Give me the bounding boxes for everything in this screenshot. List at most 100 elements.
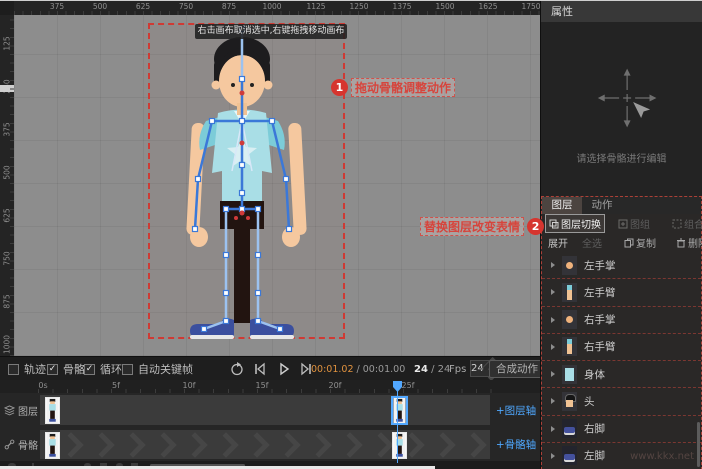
stage-canvas[interactable]: 右击画布取消选中,右键拖拽移动画布: [14, 15, 540, 356]
fps-label: Fps: [449, 357, 466, 381]
checkbox-label: 循环: [100, 361, 122, 377]
layer-thumbnail: [562, 337, 577, 356]
checkbox-box[interactable]: ✓: [47, 364, 58, 375]
checkbox-box[interactable]: [8, 364, 19, 375]
cursor-arrow-icon: [633, 102, 650, 118]
expand-arrow-icon[interactable]: [551, 317, 555, 323]
expand-arrow-icon[interactable]: [551, 289, 555, 295]
timeline-row-label: 图层: [0, 394, 38, 426]
layer-thumbnail: [562, 365, 577, 384]
button-label: 删除: [688, 235, 702, 250]
layer-row-right-foot[interactable]: 右脚: [542, 416, 701, 443]
expand-arrow-icon[interactable]: [551, 398, 555, 404]
ruler-tick-label: 125: [3, 28, 12, 60]
properties-empty-hint: 请选择骨骼进行编辑: [541, 150, 702, 165]
tab-actions[interactable]: 动作: [582, 197, 622, 214]
layer-name: 右手掌: [584, 312, 616, 327]
horizontal-ruler: 375 500 625 750 875 1000 1125 1250 1375 …: [14, 1, 540, 16]
vertical-scrollbar[interactable]: [697, 422, 700, 467]
expand-button[interactable]: 展开: [545, 234, 571, 251]
keyframe-thumbnail[interactable]: [392, 432, 407, 459]
checkbox-label: 自动关键帧: [138, 361, 193, 377]
annotation-2-badge: 2: [527, 218, 544, 235]
layer-thumbnail: [562, 419, 577, 438]
frame-display: 24 / 24: [414, 357, 450, 381]
step-backward-icon[interactable]: [252, 361, 268, 377]
expand-arrow-icon[interactable]: [551, 371, 555, 377]
timeline-row-layers: 图层 +图层轴: [0, 394, 540, 426]
layer-row-right-arm[interactable]: 右手臂: [542, 334, 701, 361]
annotation-2-text: 替换图层改变表情: [420, 217, 524, 236]
combine-button[interactable]: 组合: [669, 215, 702, 232]
checkbox-bone[interactable]: ✓ 骨骼: [47, 357, 85, 381]
layers-track[interactable]: [40, 395, 490, 425]
tab-layers[interactable]: 图层: [542, 197, 582, 214]
layer-thumbnail: [562, 446, 577, 465]
expand-arrow-icon[interactable]: [551, 426, 555, 432]
panel-button-row-1: 图层切换 图组 组合: [542, 214, 701, 233]
expand-arrow-icon[interactable]: [551, 262, 555, 268]
layers-panel-section: 图层 动作 图层切换 图组: [541, 196, 702, 469]
annotation-1-text: 拖动骨骼调整动作: [351, 78, 455, 97]
tween-chevrons: [62, 430, 490, 459]
button-label: 组合: [684, 216, 702, 231]
vertical-ruler: 125 250 375 500 625 750 875 1000: [0, 15, 15, 356]
canvas-tooltip: 右击画布取消选中,右键拖拽移动画布: [195, 24, 347, 39]
timeline-tick-label: 20f: [329, 381, 342, 390]
delete-button[interactable]: 删除: [673, 234, 702, 251]
layer-name: 左手臂: [584, 285, 616, 300]
layer-row-left-arm[interactable]: 左手臂: [542, 279, 701, 306]
ruler-tick-label: 1000: [3, 329, 12, 357]
copy-button[interactable]: 复制: [621, 234, 659, 251]
layer-thumbnail: [562, 256, 577, 275]
playback-toolbar: 轨迹 ✓ 骨骼 ✓ 循环 自动关键帧 00:01.0: [0, 356, 540, 381]
group-button[interactable]: 图组: [615, 215, 653, 232]
keyframe-thumbnail[interactable]: [45, 432, 60, 459]
add-layer-track-button[interactable]: +图层轴: [492, 394, 540, 426]
layer-row-body[interactable]: 身体: [542, 361, 701, 388]
animation-editor-window: 375 500 625 750 875 1000 1125 1250 1375 …: [0, 0, 702, 469]
ruler-tick-label: 375: [3, 114, 12, 146]
checkbox-autokeyframe[interactable]: 自动关键帧: [122, 357, 193, 381]
keyframe-thumbnail[interactable]: [45, 397, 60, 424]
layer-row-head[interactable]: 头: [542, 388, 701, 415]
layer-thumbnail: [562, 310, 577, 329]
timeline-ruler[interactable]: 0s 5f 10f 15f 20f 25f: [0, 380, 540, 393]
expand-arrow-icon[interactable]: [551, 344, 555, 350]
layer-name: 身体: [584, 367, 605, 382]
ruler-tick-label: 1125: [306, 2, 325, 11]
layer-thumbnail: [562, 283, 577, 302]
layer-row-left-palm[interactable]: 左手掌: [542, 252, 701, 279]
layer-name: 头: [584, 394, 595, 409]
layer-name: 左脚: [584, 448, 605, 463]
select-all-button[interactable]: 全选: [579, 234, 605, 251]
layer-switch-button[interactable]: 图层切换: [545, 214, 605, 233]
layer-thumbnail: [562, 392, 577, 411]
checkbox-loop[interactable]: ✓ 循环: [84, 357, 122, 381]
panel-button-row-2: 展开 全选 复制 删除: [542, 233, 701, 252]
add-bone-track-button[interactable]: +骨骼轴: [492, 429, 540, 460]
playhead-line: [397, 391, 398, 463]
selection-bounding-box[interactable]: [148, 23, 345, 339]
button-label: 复制: [636, 235, 656, 250]
restart-icon[interactable]: [229, 361, 245, 377]
ruler-tick-label: 500: [3, 157, 12, 189]
bone-icon: [4, 439, 15, 450]
layers-icon: [4, 405, 15, 416]
checkbox-box[interactable]: [122, 364, 133, 375]
ruler-cursor-mark: [0, 85, 14, 92]
ruler-corner: [0, 1, 14, 15]
bones-track[interactable]: [40, 430, 490, 459]
compose-action-button[interactable]: 合成动作: [489, 360, 545, 378]
checkbox-track[interactable]: 轨迹: [8, 357, 46, 381]
layer-list: 左手掌 左手臂 右手掌 右手臂: [542, 252, 701, 469]
layer-row-right-palm[interactable]: 右手掌: [542, 307, 701, 334]
time-display: 00:01.02 / 00:01.00: [311, 357, 405, 381]
expand-arrow-icon[interactable]: [551, 453, 555, 459]
layer-name: 右脚: [584, 421, 605, 436]
play-icon[interactable]: [276, 361, 292, 377]
keyframe-thumbnail-selected[interactable]: [391, 396, 408, 425]
checkbox-box[interactable]: ✓: [84, 364, 95, 375]
timeline-tick-label: 0s: [38, 381, 47, 390]
annotation-1-badge: 1: [331, 79, 348, 96]
